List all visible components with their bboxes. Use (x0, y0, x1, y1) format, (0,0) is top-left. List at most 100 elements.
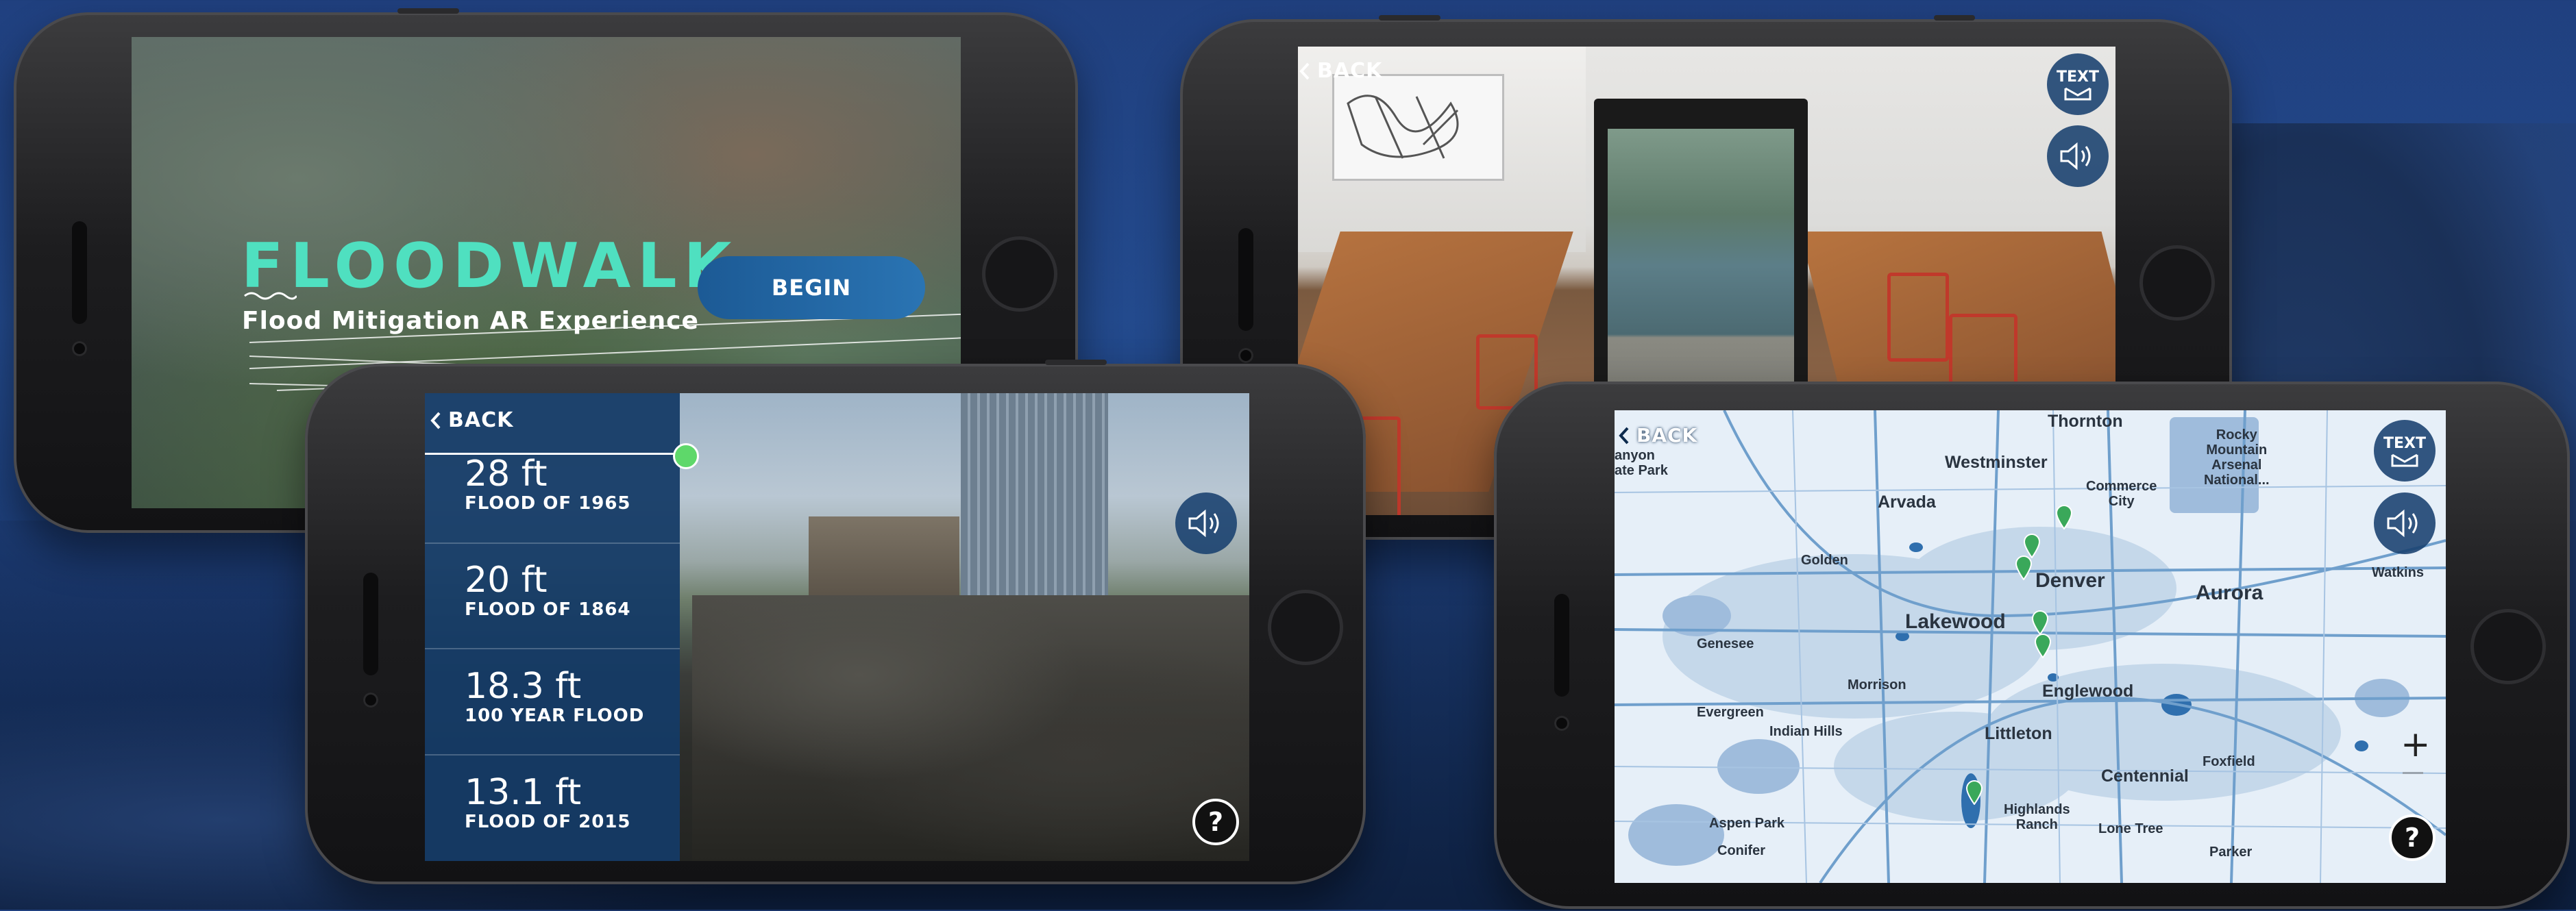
map-label: Highlands Ranch (2004, 802, 2070, 832)
ar-floodwater (692, 595, 1249, 861)
flood-name: FLOOD OF 1965 (465, 493, 631, 514)
flood-levels-panel: BACK 28 ft FLOOD OF 1965 20 ft FLOOD OF … (425, 393, 680, 861)
back-label: BACK (1636, 424, 1698, 447)
map-pin-icon[interactable] (2034, 634, 2052, 658)
flood-level-item[interactable]: 18.3 ft 100 YEAR FLOOD (465, 667, 644, 726)
map-label: Aspen Park (1709, 816, 1785, 831)
phone-home-button[interactable] (1268, 590, 1343, 665)
building (809, 516, 959, 599)
building-tower (961, 393, 1108, 599)
map-label: anyon (1615, 448, 1655, 463)
map-label: Conifer (1717, 843, 1765, 858)
flood-name: FLOOD OF 1864 (465, 599, 631, 620)
help-button[interactable]: ? (2389, 814, 2436, 861)
chair (1887, 273, 1949, 362)
map-label: Genesee (1697, 636, 1754, 651)
phone-side-button (1934, 15, 1975, 21)
phone-speaker (72, 221, 87, 324)
map-label: Lone Tree (2098, 821, 2163, 836)
phone-home-button[interactable] (2470, 609, 2546, 684)
map-label: Westminster (1945, 453, 2048, 472)
map-pin-icon[interactable] (1965, 780, 1983, 805)
flood-level-slider-handle[interactable] (673, 443, 699, 469)
flood-height: 20 ft (465, 560, 548, 601)
flood-name: FLOOD OF 2015 (465, 812, 631, 832)
map-pin-icon[interactable] (2023, 534, 2041, 558)
zoom-in-button[interactable]: + (2401, 727, 2431, 762)
chevron-left-icon (1299, 62, 1310, 79)
map-label: Watkins (2372, 565, 2424, 580)
phone-camera (72, 341, 87, 356)
phone-speaker (363, 573, 378, 675)
divider (425, 754, 680, 756)
flood-height: 13.1 ft (465, 772, 582, 813)
map-label: Commerce City (2086, 479, 2157, 509)
phone-camera (363, 692, 378, 708)
map-screen: anyon ate Park Thornton Westminster Rock… (1615, 410, 2446, 883)
phone-map: anyon ate Park Thornton Westminster Rock… (1494, 382, 2570, 909)
back-label: BACK (448, 408, 514, 432)
text-message-icon (2391, 453, 2418, 466)
flood-height: 28 ft (465, 453, 548, 495)
text-button-label: TEXT (2383, 434, 2426, 452)
divider (425, 648, 680, 649)
phone-side-button (397, 8, 459, 14)
map-label: Arvada (1878, 492, 1936, 512)
map-label: Indian Hills (1769, 724, 1843, 739)
flood-screen: BACK 28 ft FLOOD OF 1965 20 ft FLOOD OF … (425, 393, 1249, 861)
back-button[interactable]: BACK (1619, 424, 1697, 447)
map-label: Morrison (1848, 677, 1906, 692)
map-label: ate Park (1615, 463, 1668, 478)
map-label: Centennial (2101, 766, 2189, 786)
flood-level-item[interactable]: 28 ft FLOOD OF 1965 (465, 455, 631, 514)
wave-icon (244, 292, 297, 300)
speaker-icon (2060, 142, 2091, 171)
map-label: Aurora (2196, 582, 2264, 604)
phone-home-button[interactable] (982, 236, 1057, 312)
chevron-left-icon (1619, 427, 1629, 444)
text-message-icon (2064, 87, 2092, 100)
map-label: Evergreen (1697, 705, 1764, 720)
zoom-out-button[interactable] (2403, 772, 2423, 774)
flood-name: 100 YEAR FLOOD (465, 706, 645, 726)
speaker-icon (2387, 509, 2418, 538)
whiteboard-drawing (1347, 95, 1459, 159)
speaker-icon (1188, 509, 1219, 538)
phone-speaker (1554, 594, 1569, 697)
audio-button[interactable] (1175, 492, 1237, 554)
map-pin-icon[interactable] (2055, 505, 2073, 529)
phone-camera (1238, 348, 1253, 363)
app-title: FLOODWALK (241, 230, 739, 302)
whiteboard (1332, 74, 1504, 181)
chevron-left-icon (430, 412, 441, 429)
app-subtitle: Flood Mitigation AR Experience (242, 307, 699, 335)
flood-level-item[interactable]: 13.1 ft FLOOD OF 2015 (465, 773, 631, 832)
back-button[interactable]: BACK (430, 408, 513, 432)
back-button[interactable]: BACK (1299, 59, 1382, 83)
phone-flood-levels: BACK 28 ft FLOOD OF 1965 20 ft FLOOD OF … (305, 360, 1366, 884)
text-button-label: TEXT (2056, 68, 2099, 86)
map-label: Golden (1801, 553, 1848, 568)
flood-level-item[interactable]: 20 ft FLOOD OF 1864 (465, 561, 631, 620)
phone-speaker (1238, 228, 1253, 331)
map-label: Thornton (2048, 412, 2123, 431)
map-pin-icon[interactable] (2015, 556, 2033, 580)
audio-button[interactable] (2047, 125, 2109, 187)
map-label: Denver (2035, 569, 2105, 592)
text-button[interactable]: TEXT (2374, 420, 2436, 482)
text-button[interactable]: TEXT (2047, 53, 2109, 115)
map-pin-icon[interactable] (2031, 610, 2049, 635)
map-label: Foxfield (2203, 754, 2255, 769)
begin-button[interactable]: BEGIN (698, 256, 925, 319)
help-button[interactable]: ? (1192, 799, 1239, 845)
phone-side-button (1379, 15, 1440, 21)
flood-height: 18.3 ft (465, 666, 582, 707)
back-label: BACK (1317, 59, 1383, 83)
flood-level-slider-track[interactable] (425, 453, 685, 455)
phone-home-button[interactable] (2139, 245, 2215, 321)
map-label: Littleton (1985, 724, 2052, 743)
phone-side-button (1045, 360, 1107, 365)
audio-button[interactable] (2374, 492, 2436, 554)
map-label: Rocky Mountain Arsenal National... (2204, 427, 2270, 488)
map-label: Lakewood (1905, 610, 2006, 633)
